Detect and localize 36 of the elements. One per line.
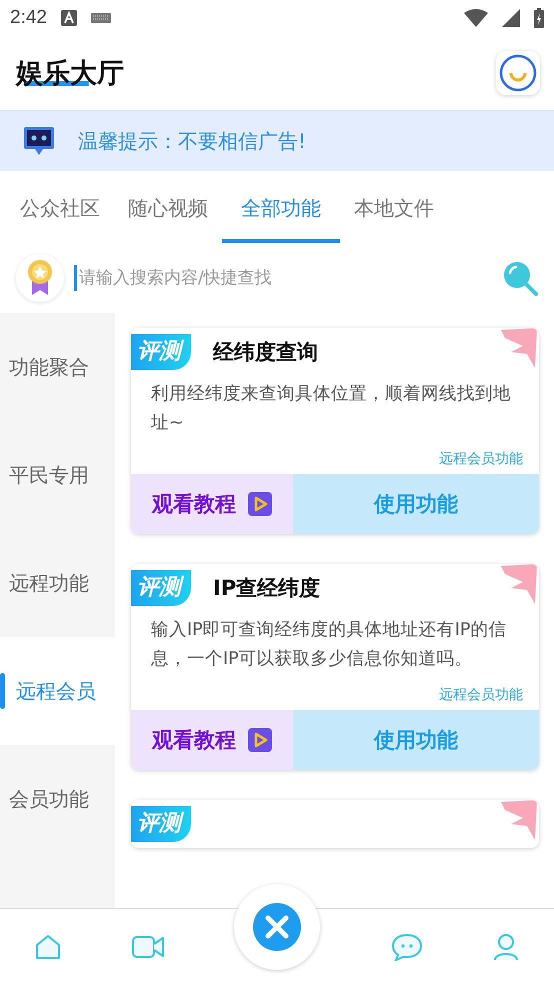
smiley-icon [499,54,537,92]
status-time: 2:42 [10,7,47,29]
tab[interactable]: 全部功能 [222,177,340,243]
card-title: 经纬度查询 [213,339,318,366]
home-icon[interactable] [35,934,62,960]
sidebar-item[interactable]: 远程会员 [0,637,115,745]
battery-icon [534,8,544,28]
keyboard-language-icon [60,10,77,26]
card-description: 利用经纬度来查询具体位置，顺着网线找到地址~ [150,383,512,435]
play-icon [248,492,272,516]
user-icon[interactable] [492,933,519,961]
keyboard-icon [90,13,111,23]
video-icon[interactable] [132,935,164,959]
card-title: IP查经纬度 [213,575,320,602]
robot-icon [24,127,54,155]
chat-icon[interactable] [392,933,422,961]
play-icon [248,728,272,752]
tutorial-button[interactable]: 观看教程 [131,710,293,770]
card-description: 输入IP即可查询经纬度的具体地址还有IP的信息，一个IP可以获取多少信息你知道吗。 [150,619,508,671]
use-button[interactable]: 使用功能 [293,474,539,534]
close-icon [253,903,301,951]
tab[interactable]: 公众社区 [6,177,114,243]
review-badge: 评测 [131,806,191,842]
card-tag: 远程会员功能 [439,686,523,704]
search-field[interactable]: 请输入搜索内容/快捷查找 [74,265,492,291]
signal-icon [502,9,520,27]
card-tag: 远程会员功能 [439,450,523,468]
tutorial-button[interactable]: 观看教程 [131,474,293,534]
search-icon[interactable] [502,260,538,296]
notice-text: 温馨提示：不要相信广告! [78,128,306,154]
use-button[interactable]: 使用功能 [293,710,539,770]
tab[interactable]: 本地文件 [340,177,448,243]
wifi-icon [464,9,488,27]
review-badge: 评测 [131,334,191,370]
review-badge: 评测 [131,570,191,606]
tab[interactable]: 随心视频 [114,177,222,243]
